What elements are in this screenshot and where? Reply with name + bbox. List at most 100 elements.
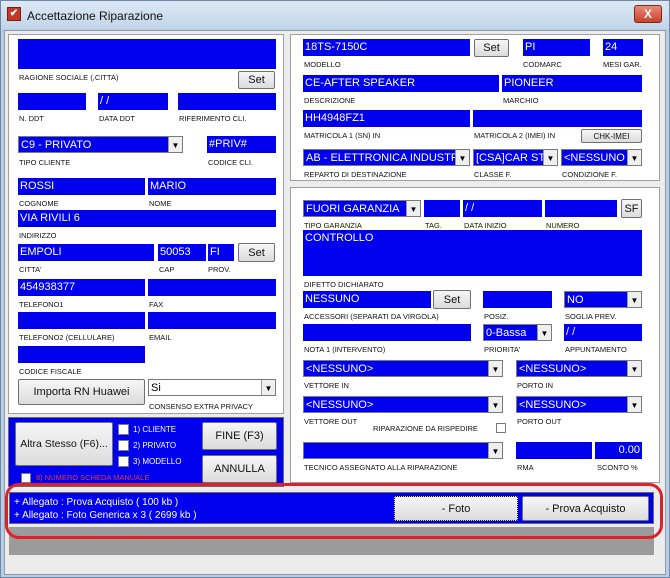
tag-field[interactable] [424, 200, 460, 217]
matricola1-field[interactable]: HH4948FZ1 [303, 110, 470, 127]
altra-stesso-button[interactable]: Altra Stesso (F6)... [15, 422, 113, 466]
matricola2-label: MATRICOLA 2 (IMEI) IN [474, 131, 556, 140]
data-ddt-field[interactable]: / / [98, 93, 168, 110]
consenso-privacy-select[interactable]: Si ▼ [148, 379, 276, 396]
matricola1-label: MATRICOLA 1 (SN) IN [304, 131, 381, 140]
codice-fiscale-field[interactable] [18, 346, 145, 363]
nota1-label: NOTA 1 (INTERVENTO) [304, 345, 386, 354]
cliente-checkbox[interactable] [118, 424, 129, 435]
email-field[interactable] [148, 312, 276, 329]
riferimento-cli-field[interactable] [178, 93, 276, 110]
rispedire-label: RIPARAZIONE DA RISPEDIRE [373, 424, 478, 433]
porto-out-select[interactable]: <NESSUNO> ▼ [516, 396, 642, 413]
difetto-label: DIFETTO DICHIARATO [304, 280, 384, 289]
porto-in-value: <NESSUNO> [519, 363, 587, 375]
chevron-down-icon: ▼ [537, 325, 551, 340]
citta-set-button[interactable]: Set [238, 243, 275, 262]
consenso-value: Si [151, 382, 161, 394]
tipo-cliente-select[interactable]: C9 - PRIVATO ▼ [18, 136, 183, 153]
reparto-select[interactable]: AB - ELETTRONICA INDUSTF ▼ [303, 149, 470, 166]
tipo-cliente-label: TIPO CLIENTE [19, 158, 71, 167]
tag-label: TAG. [425, 221, 442, 230]
data-ddt-label: DATA DDT [99, 114, 135, 123]
fine-button[interactable]: FINE (F3) [202, 422, 277, 450]
numero-scheda-checkbox[interactable] [21, 473, 31, 483]
descrizione-field[interactable]: CE-AFTER SPEAKER [303, 75, 499, 92]
citta-field[interactable]: EMPOLI [18, 244, 154, 261]
cap-field[interactable]: 50053 [158, 244, 206, 261]
matricola2-field[interactable] [473, 110, 642, 127]
n-ddt-field[interactable] [18, 93, 86, 110]
prov-field[interactable]: FI [208, 244, 234, 261]
ragione-sociale-label: RAGIONE SOCIALE (,CITTA) [19, 73, 119, 82]
indirizzo-field[interactable]: VIA RIVILI 6 [18, 210, 276, 227]
ragione-sociale-field[interactable] [18, 39, 276, 69]
marchio-field[interactable]: PIONEER [502, 75, 642, 92]
n-ddt-label: N. DDT [19, 114, 44, 123]
reparto-label: REPARTO DI DESTINAZIONE [304, 170, 407, 179]
porto-in-label: PORTO IN [517, 381, 553, 390]
numero-field[interactable] [545, 200, 617, 217]
soglia-select[interactable]: NO ▼ [564, 291, 642, 308]
telefono2-label: TELEFONO2 (CELLULARE) [19, 333, 115, 342]
classe-select[interactable]: [CSA]CAR ST ▼ [473, 149, 558, 166]
condizione-label: CONDIZIONE F. [562, 170, 618, 179]
difetto-field[interactable]: CONTROLLO [303, 230, 642, 276]
accessori-label: ACCESSORI (SEPARATI DA VIRGOLA) [304, 312, 439, 321]
priorita-select[interactable]: 0-Bassa ▼ [483, 324, 552, 341]
sconto-field[interactable]: 0.00 [595, 442, 642, 459]
privato-label: 2) PRIVATO [133, 441, 177, 450]
nota1-field[interactable] [303, 324, 471, 341]
privato-checkbox[interactable] [118, 440, 129, 451]
telefono2-field[interactable] [18, 312, 145, 329]
posiz-field[interactable] [483, 291, 552, 308]
vettore-out-select[interactable]: <NESSUNO> ▼ [303, 396, 503, 413]
ragione-set-button[interactable]: Set [238, 71, 275, 89]
chevron-down-icon: ▼ [168, 137, 182, 152]
close-button[interactable]: X [634, 5, 662, 23]
actions-panel: Altra Stesso (F6)... 1) CLIENTE 2) PRIVA… [8, 417, 284, 487]
chevron-down-icon: ▼ [406, 201, 420, 216]
telefono1-label: TELEFONO1 [19, 300, 64, 309]
modello-set-button[interactable]: Set [474, 39, 509, 57]
importa-huawei-button[interactable]: Importa RN Huawei [18, 379, 145, 405]
vettore-in-label: VETTORE IN [304, 381, 349, 390]
cognome-field[interactable]: ROSSI [18, 178, 145, 195]
sf-button[interactable]: SF [621, 199, 642, 218]
modello-checkbox[interactable] [118, 456, 129, 467]
condizione-select[interactable]: <NESSUNO ▼ [561, 149, 642, 166]
fax-field[interactable] [148, 279, 276, 296]
classe-value: [CSA]CAR ST [476, 152, 546, 164]
fax-label: FAX [149, 300, 164, 309]
telefono1-field[interactable]: 454938377 [18, 279, 145, 296]
nome-field[interactable]: MARIO [148, 178, 276, 195]
accessori-field[interactable]: NESSUNO [303, 291, 431, 308]
tecnico-select[interactable]: ▼ [303, 442, 503, 459]
rispedire-checkbox[interactable] [496, 423, 506, 433]
numero-label: NUMERO [546, 221, 580, 230]
citta-label: CITTA' [19, 265, 42, 274]
accessori-set-button[interactable]: Set [433, 290, 471, 309]
porto-out-value: <NESSUNO> [519, 399, 587, 411]
priorita-value: 0-Bassa [486, 327, 527, 339]
rma-field[interactable] [516, 442, 592, 459]
cliente-label: 1) CLIENTE [133, 425, 177, 434]
appuntamento-field[interactable]: / / [564, 324, 642, 341]
modello-label: MODELLO [304, 60, 341, 69]
modello-field[interactable]: 18TS-7150C [303, 39, 470, 56]
marchio-label: MARCHIO [503, 96, 539, 105]
tipo-garanzia-select[interactable]: FUORI GARANZIA ▼ [303, 200, 421, 217]
codmarc-label: CODMARC [523, 60, 562, 69]
porto-out-label: PORTO OUT [517, 417, 562, 426]
vettore-in-select[interactable]: <NESSUNO> ▼ [303, 360, 503, 377]
riferimento-cli-label: RIFERIMENTO CLI. [179, 114, 247, 123]
mesi-gar-field[interactable]: 24 [603, 39, 643, 56]
annulla-button[interactable]: ANNULLA [202, 455, 277, 483]
porto-in-select[interactable]: <NESSUNO> ▼ [516, 360, 642, 377]
codice-cli-field[interactable]: #PRIV# [207, 136, 276, 153]
chk-imei-button[interactable]: CHK-IMEI [581, 129, 642, 143]
data-inizio-field[interactable]: / / [463, 200, 542, 217]
codmarc-field[interactable]: PI [523, 39, 590, 56]
product-panel: 18TS-7150C Set MODELLO PI CODMARC 24 MES… [290, 34, 660, 181]
posiz-label: POSIZ. [484, 312, 509, 321]
